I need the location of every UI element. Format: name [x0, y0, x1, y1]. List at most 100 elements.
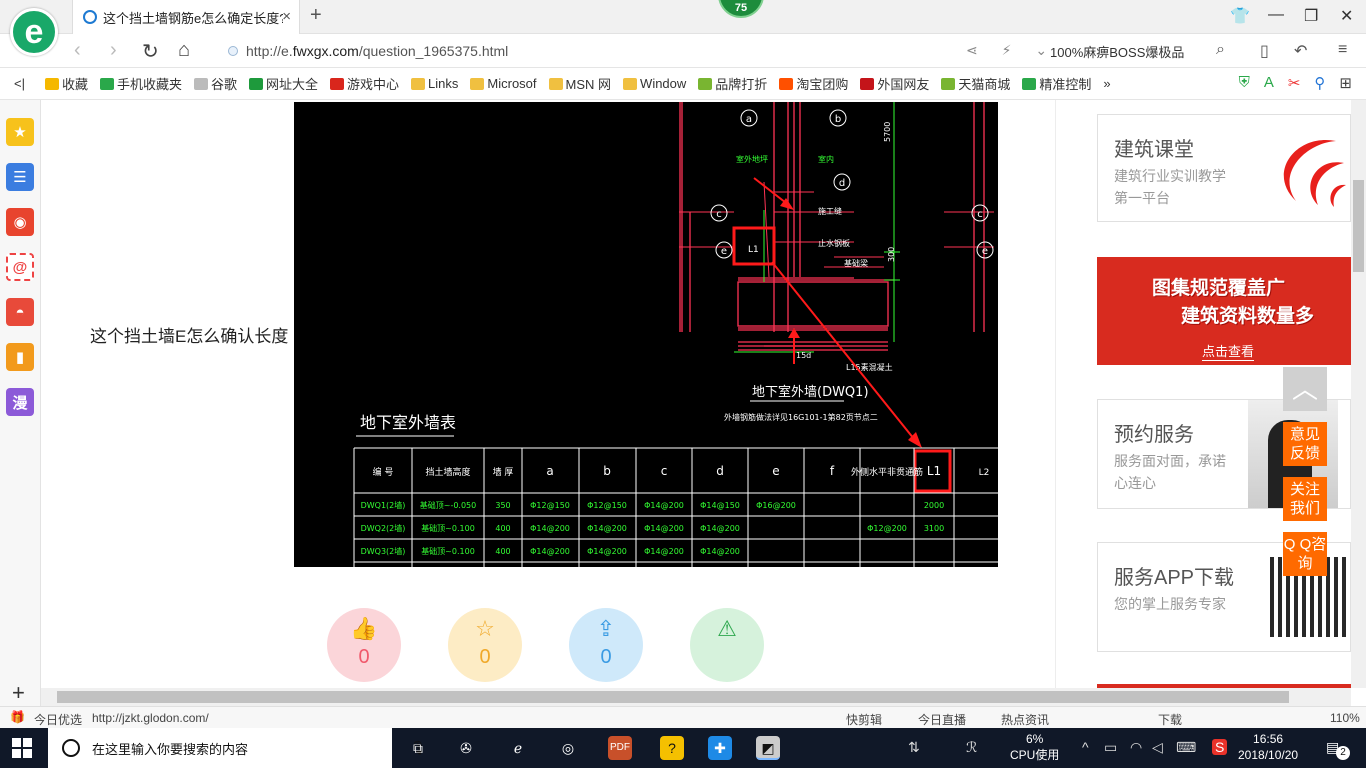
security-icon: [228, 46, 238, 56]
browser-taskbar-icon[interactable]: ◩: [756, 736, 780, 760]
tray-volume-icon[interactable]: ◁: [1152, 739, 1163, 756]
taskbar-search[interactable]: 在这里输入你要搜索的内容 🎙: [48, 728, 427, 768]
taskbar-clock[interactable]: 16:56 2018/10/20: [1238, 731, 1298, 763]
close-window-icon[interactable]: ✕: [1340, 6, 1353, 26]
bookmark-item[interactable]: 网址大全: [249, 74, 318, 93]
taskbar-search-placeholder: 在这里输入你要搜索的内容: [92, 741, 249, 757]
bookmark-item[interactable]: Microsof: [470, 76, 537, 91]
translate-icon[interactable]: A: [1264, 74, 1274, 92]
tray-up-icon[interactable]: ^: [1082, 739, 1089, 755]
task-view-icon[interactable]: ⧉: [406, 736, 430, 760]
tray-keyboard-icon[interactable]: ⌨: [1176, 739, 1196, 756]
ie-taskbar-icon[interactable]: ℯ: [506, 736, 530, 760]
vertical-scroll-thumb[interactable]: [1353, 180, 1364, 272]
mobile-icon[interactable]: ▯: [1260, 41, 1269, 61]
cad-label-inside: 室内: [818, 154, 834, 164]
game-taskbar-icon[interactable]: ✚: [708, 736, 732, 760]
minimize-icon[interactable]: —: [1268, 6, 1284, 24]
tray-network-icon[interactable]: ▭: [1104, 739, 1117, 756]
menu-icon[interactable]: ≡: [1338, 41, 1347, 59]
back-icon[interactable]: ‹: [74, 39, 81, 62]
bookmark-item[interactable]: 收藏: [44, 74, 88, 93]
comic-icon[interactable]: 漫: [6, 388, 34, 416]
tray-wifi-icon[interactable]: ◠: [1130, 739, 1142, 756]
cortana-icon[interactable]: [62, 739, 80, 757]
bookmark-item[interactable]: 精准控制: [1022, 74, 1091, 93]
add-side-icon[interactable]: +: [12, 680, 25, 706]
shield-icon[interactable]: ⛨: [1239, 74, 1250, 92]
tray-person-icon[interactable]: ℛ: [966, 739, 977, 756]
horizontal-scrollbar[interactable]: [41, 688, 1351, 706]
tray-scroll-icon[interactable]: ⇅: [908, 739, 920, 756]
search-hint[interactable]: 100%麻痹BOSS爆极品: [1050, 42, 1184, 61]
news-icon[interactable]: ☰: [6, 163, 34, 191]
refresh-icon[interactable]: ↻: [142, 39, 159, 64]
service-title: 预约服务: [1114, 424, 1194, 446]
pdf-taskbar-icon[interactable]: PDF: [608, 736, 632, 760]
bookmarks-more[interactable]: »: [1103, 76, 1110, 91]
course-card[interactable]: 建筑课堂 建筑行业实训教学第一平台: [1097, 114, 1351, 222]
apps-icon[interactable]: ⊞: [1339, 74, 1352, 92]
bookmark-item[interactable]: 手机收藏夹: [99, 74, 182, 93]
share-count: 0: [600, 646, 612, 668]
mail-icon[interactable]: @: [6, 253, 34, 281]
qq-consult-button[interactable]: Q Q咨询: [1283, 532, 1327, 576]
bookmark-item[interactable]: 游戏中心: [330, 74, 399, 93]
status-item-live[interactable]: 今日直播: [918, 711, 966, 728]
promo-banner[interactable]: 图集规范覆盖广 建筑资料数量多 点击查看: [1097, 257, 1351, 365]
like-button[interactable]: 👍 0: [327, 608, 401, 682]
search-icon[interactable]: ⌕: [1216, 41, 1225, 59]
shirt-skin-icon[interactable]: 👕: [1230, 6, 1250, 26]
url-field[interactable]: http://e. fwxgx.com/question_1965375.html: [228, 40, 948, 62]
browser-logo-icon[interactable]: e: [10, 8, 58, 56]
follow-button[interactable]: 关注我们: [1283, 477, 1327, 521]
game-icon[interactable]: ◓: [6, 298, 34, 326]
horizontal-scroll-thumb[interactable]: [57, 691, 1289, 703]
status-item-news[interactable]: 热点资讯: [1001, 711, 1049, 728]
tray-ime-icon[interactable]: S: [1212, 739, 1228, 755]
scissors-icon[interactable]: ✂: [1288, 74, 1301, 92]
cpu-meter[interactable]: 6% CPU使用: [1010, 731, 1059, 763]
bookmark-item[interactable]: 品牌打折: [698, 74, 767, 93]
status-item-quickcut[interactable]: 快剪辑: [846, 711, 882, 728]
restore-icon[interactable]: ❐: [1304, 6, 1318, 26]
tab-close-icon[interactable]: ×: [282, 8, 291, 25]
bookmark-item[interactable]: Links: [411, 76, 458, 91]
bookmark-item[interactable]: Window: [623, 76, 686, 91]
report-button[interactable]: ⚠: [690, 608, 764, 682]
chrome-taskbar-icon[interactable]: ◎: [556, 736, 580, 760]
status-today-pick[interactable]: 今日优选: [34, 711, 82, 728]
bookmarks-toggle-icon[interactable]: <|: [14, 76, 25, 91]
bookmark-label: Microsof: [487, 76, 537, 91]
help-taskbar-icon[interactable]: ?: [660, 736, 684, 760]
status-item-download[interactable]: 下载: [1158, 711, 1182, 728]
fan-app-icon[interactable]: ✇: [454, 736, 478, 760]
cad-label-c1: c: [716, 209, 722, 220]
bookmark-item[interactable]: 外国网友: [860, 74, 929, 93]
notification-badge[interactable]: 75: [718, 0, 764, 18]
windows-start-icon[interactable]: [12, 738, 32, 758]
magnifier-icon[interactable]: ⚲: [1314, 74, 1325, 92]
novel-icon[interactable]: ▮: [6, 343, 34, 371]
feedback-button[interactable]: 意见反馈: [1283, 422, 1327, 466]
back-to-top-button[interactable]: ︿: [1283, 367, 1327, 411]
status-zoom[interactable]: 110%: [1330, 711, 1360, 725]
banner-cta[interactable]: 点击查看: [1202, 341, 1255, 361]
share-button[interactable]: ⇪ 0: [569, 608, 643, 682]
undo-icon[interactable]: ↶: [1294, 41, 1307, 61]
bookmark-item[interactable]: MSN 网: [548, 74, 611, 93]
cad-dim-15d: 15d: [796, 351, 811, 360]
weibo-icon[interactable]: ◉: [6, 208, 34, 236]
cad-drawing-image[interactable]: a b d c e c e 室外地坪 室内 5700 300 15d 施工缝 止…: [294, 102, 998, 567]
home-icon[interactable]: ⌂: [178, 39, 190, 62]
forward-icon[interactable]: ›: [110, 39, 117, 62]
bookmark-item[interactable]: 淘宝团购: [779, 74, 848, 93]
tab-active[interactable]: 这个挡土墙钢筋e怎么确定长度? ×: [72, 0, 300, 34]
url-tools-icons[interactable]: ⋖ ⚡ ⌄: [966, 42, 1057, 59]
new-tab-button[interactable]: +: [310, 4, 322, 27]
favorites-star-icon[interactable]: ★: [6, 118, 34, 146]
bookmark-item[interactable]: 天猫商城: [941, 74, 1010, 93]
vertical-scrollbar[interactable]: [1351, 100, 1366, 688]
bookmark-item[interactable]: 谷歌: [194, 74, 237, 93]
favorite-button[interactable]: ☆ 0: [448, 608, 522, 682]
